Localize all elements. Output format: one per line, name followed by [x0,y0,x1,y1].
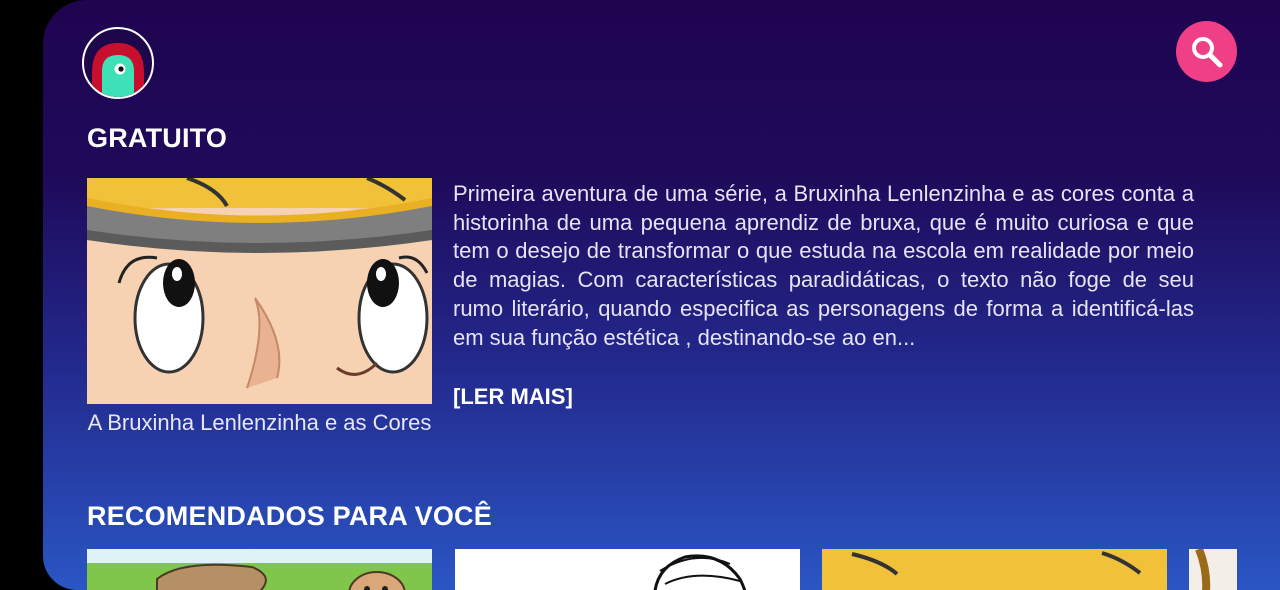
search-icon [1191,36,1222,67]
recommended-book-card[interactable] [822,549,1167,590]
search-button[interactable] [1176,21,1237,82]
recommended-book-cover [822,549,1167,590]
recommended-book-cover [1189,549,1237,590]
book-title[interactable]: A Bruxinha Lenlenzinha e as Cores [87,408,432,437]
recommended-book-cover [455,549,800,590]
recommended-book-card[interactable] [455,549,800,590]
book-cover[interactable] [87,178,432,404]
recommended-book-card[interactable] [87,549,432,590]
book-cover-illustration [87,178,432,404]
recommended-book-cover [87,549,432,590]
recommended-book-card[interactable] [1189,549,1237,590]
recommended-section-title: RECOMENDADOS PARA VOCÊ [87,501,492,531]
book-description: Primeira aventura de uma série, a Bruxin… [453,181,1194,350]
read-more-link[interactable]: [LER MAIS] [453,384,573,410]
free-section-title: GRATUITO [87,123,228,153]
monster-avatar-icon [92,43,144,97]
profile-avatar[interactable] [82,27,154,99]
app-screen: GRATUITO A Bruxinha Lenlenzinha e as Cor… [43,0,1280,590]
